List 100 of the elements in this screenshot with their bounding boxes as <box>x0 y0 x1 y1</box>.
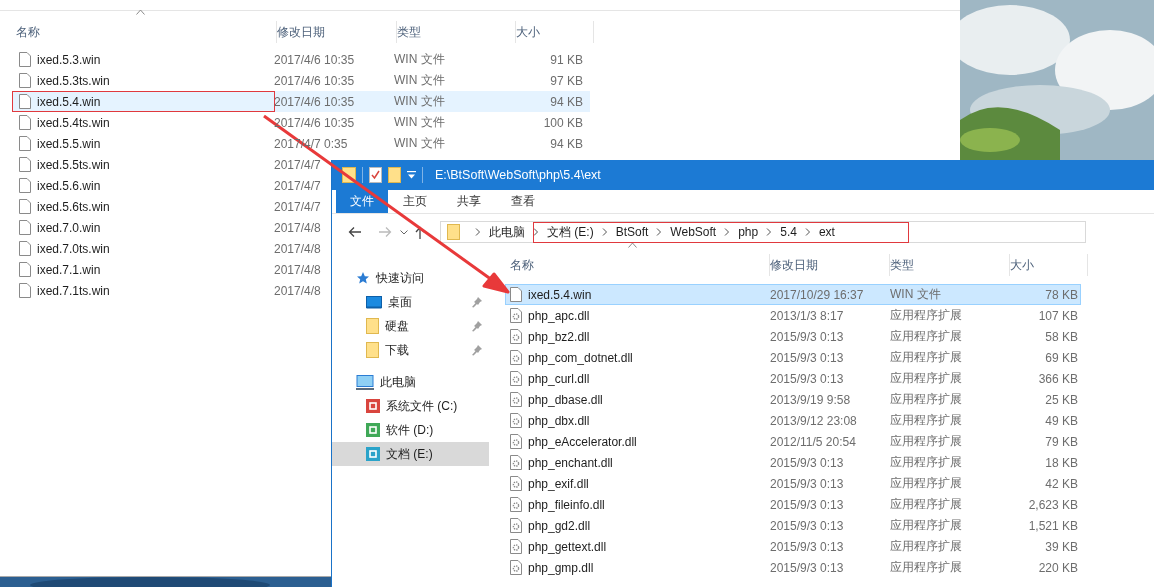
file-name: php_apc.dll <box>528 308 590 323</box>
file-type: 应用程序扩展 <box>890 370 963 387</box>
file-row[interactable]: php_gettext.dll 2015/9/3 0:13 应用程序扩展 39 KB <box>505 536 1081 557</box>
file-row[interactable]: ixed.7.0.win 2017/4/8 <box>12 217 330 238</box>
file-row[interactable]: php_bz2.dll 2015/9/3 0:13 应用程序扩展 58 KB <box>505 326 1081 347</box>
nav-item[interactable]: 此电脑 <box>332 370 489 394</box>
file-type: WIN 文件 <box>394 72 446 89</box>
file-row[interactable]: ixed.5.3ts.win 2017/4/6 10:35 WIN 文件 97 KB <box>12 70 590 91</box>
pin-icon[interactable] <box>471 320 483 332</box>
file-icon <box>19 157 31 172</box>
gear-file-icon <box>510 329 522 344</box>
file-type: 应用程序扩展 <box>890 349 963 366</box>
gear-file-icon <box>510 455 522 470</box>
modified-date: 2012/11/5 20:54 <box>770 434 857 449</box>
file-row[interactable]: ixed.7.0ts.win 2017/4/8 <box>12 238 330 259</box>
file-row[interactable]: php_gd2.dll 2015/9/3 0:13 应用程序扩展 1,521 KB <box>505 515 1081 536</box>
gear-file-icon <box>510 392 522 407</box>
modified-date: 2015/9/3 0:13 <box>770 539 845 554</box>
breadcrumb-item[interactable]: 此电脑 <box>486 224 528 240</box>
column-header[interactable]: 名称 <box>510 256 534 274</box>
file-size: 39 KB <box>1044 539 1078 554</box>
file-icon <box>19 283 31 298</box>
breadcrumb-item[interactable]: php <box>735 224 762 240</box>
nav-item[interactable]: 硬盘 <box>332 314 489 338</box>
file-row[interactable]: ixed.5.4ts.win 2017/4/6 10:35 WIN 文件 100 KB <box>12 112 590 133</box>
file-row[interactable]: php_exif.dll 2015/9/3 0:13 应用程序扩展 42 KB <box>505 473 1081 494</box>
ribbon-tab[interactable]: 主页 <box>388 190 442 213</box>
ribbon-tab[interactable]: 查看 <box>496 190 550 213</box>
gear-file-icon <box>510 497 522 512</box>
file-row[interactable]: ixed.5.3.win 2017/4/6 10:35 WIN 文件 91 KB <box>12 49 590 70</box>
file-name: php_fileinfo.dll <box>528 497 605 512</box>
file-size: 94 KB <box>549 94 583 109</box>
breadcrumb-item[interactable]: 5.4 <box>777 224 800 240</box>
file-row[interactable]: php_dbx.dll 2013/9/12 23:08 应用程序扩展 49 KB <box>505 410 1081 431</box>
file-row[interactable]: ixed.5.6ts.win 2017/4/7 <box>12 196 330 217</box>
file-name: php_exif.dll <box>528 476 589 491</box>
file-row[interactable]: php_dbase.dll 2013/9/19 9:58 应用程序扩展 25 KB <box>505 389 1081 410</box>
ribbon-tab[interactable]: 文件 <box>336 190 388 213</box>
dropdown-icon[interactable] <box>407 171 416 179</box>
file-row[interactable]: php_enchant.dll 2015/9/3 0:13 应用程序扩展 18 KB <box>505 452 1081 473</box>
file-row[interactable]: php_com_dotnet.dll 2015/9/3 0:13 应用程序扩展 69 KB <box>505 347 1081 368</box>
file-size: 79 KB <box>1044 434 1078 449</box>
column-header[interactable]: 修改日期 <box>770 256 818 274</box>
modified-date: 2017/4/6 10:35 <box>274 73 356 88</box>
modified-date: 2017/10/29 16:37 <box>770 287 865 302</box>
nav-item[interactable]: 系统文件 (C:) <box>332 394 489 418</box>
ribbon-tab[interactable]: 共享 <box>442 190 496 213</box>
modified-date: 2015/9/3 0:13 <box>770 560 845 575</box>
pin-icon[interactable] <box>471 296 483 308</box>
chevron-icon <box>656 228 663 236</box>
modified-date: 2015/9/3 0:13 <box>770 329 845 344</box>
file-type: WIN 文件 <box>890 286 942 303</box>
chevron-icon <box>533 228 539 236</box>
modified-date: 2017/4/7 <box>274 178 322 193</box>
nav-item[interactable]: 软件 (D:) <box>332 418 489 442</box>
file-row[interactable]: php_eAccelerator.dll 2012/11/5 20:54 应用程序扩展 79 KB <box>505 431 1081 452</box>
nav-item[interactable]: 下载 <box>332 338 489 362</box>
file-name: ixed.5.4ts.win <box>37 115 110 130</box>
column-header[interactable]: 大小 <box>516 23 540 41</box>
file-name: php_gmp.dll <box>528 560 594 575</box>
file-name: ixed.5.4.win <box>528 287 592 302</box>
chevron-icon <box>766 228 773 236</box>
file-icon <box>19 94 31 109</box>
file-type: 应用程序扩展 <box>890 496 963 513</box>
file-icon <box>19 73 31 88</box>
gear-file-icon <box>510 308 522 323</box>
column-header[interactable]: 大小 <box>1010 256 1034 274</box>
file-row[interactable]: ixed.5.6.win 2017/4/7 <box>12 175 330 196</box>
column-header[interactable]: 修改日期 <box>277 23 325 41</box>
breadcrumb-item[interactable]: ext <box>815 224 838 240</box>
file-size: 366 KB <box>1037 371 1078 386</box>
nav-item[interactable]: 桌面 <box>332 290 489 314</box>
breadcrumb-item[interactable]: BtSoft <box>612 224 652 240</box>
file-row[interactable]: php_apc.dll 2013/1/3 8:17 应用程序扩展 107 KB <box>505 305 1081 326</box>
file-row[interactable]: php_curl.dll 2015/9/3 0:13 应用程序扩展 366 KB <box>505 368 1081 389</box>
breadcrumb-item[interactable]: WebSoft <box>667 224 720 240</box>
modified-date: 2013/9/19 9:58 <box>770 392 852 407</box>
breadcrumb-item[interactable]: 文档 (E:) <box>544 224 597 240</box>
column-header[interactable]: 名称 <box>16 23 40 41</box>
folder-icon <box>447 224 460 240</box>
modified-date: 2017/4/8 <box>274 220 322 235</box>
modified-date: 2015/9/3 0:13 <box>770 476 845 491</box>
nav-item[interactable]: 文档 (E:) <box>332 442 489 466</box>
properties-icon[interactable] <box>369 167 382 183</box>
address-bar[interactable]: 此电脑 文档 (E:) BtSoft WebSoft php 5.4 ext <box>440 221 1086 243</box>
nav-item[interactable]: 快速访问 <box>332 266 489 290</box>
file-name: ixed.7.1ts.win <box>37 283 110 298</box>
file-row[interactable]: ixed.7.1.win 2017/4/8 <box>12 259 330 280</box>
caret-icon <box>400 229 408 235</box>
file-row[interactable]: php_gmp.dll 2015/9/3 0:13 应用程序扩展 220 KB <box>505 557 1081 578</box>
file-row[interactable]: ixed.7.1ts.win 2017/4/8 <box>12 280 330 301</box>
file-row[interactable]: ixed.5.5ts.win 2017/4/7 <box>12 154 330 175</box>
file-row[interactable]: php_fileinfo.dll 2015/9/3 0:13 应用程序扩展 2,623 KB <box>505 494 1081 515</box>
chevron-icon <box>601 228 608 236</box>
file-size: 18 KB <box>1044 455 1078 470</box>
file-size: 42 KB <box>1044 476 1078 491</box>
pin-icon[interactable] <box>471 344 483 356</box>
column-header[interactable]: 类型 <box>890 256 914 274</box>
column-header[interactable]: 类型 <box>397 23 421 41</box>
file-row[interactable]: ixed.5.4.win 2017/10/29 16:37 WIN 文件 78 KB <box>505 284 1081 305</box>
